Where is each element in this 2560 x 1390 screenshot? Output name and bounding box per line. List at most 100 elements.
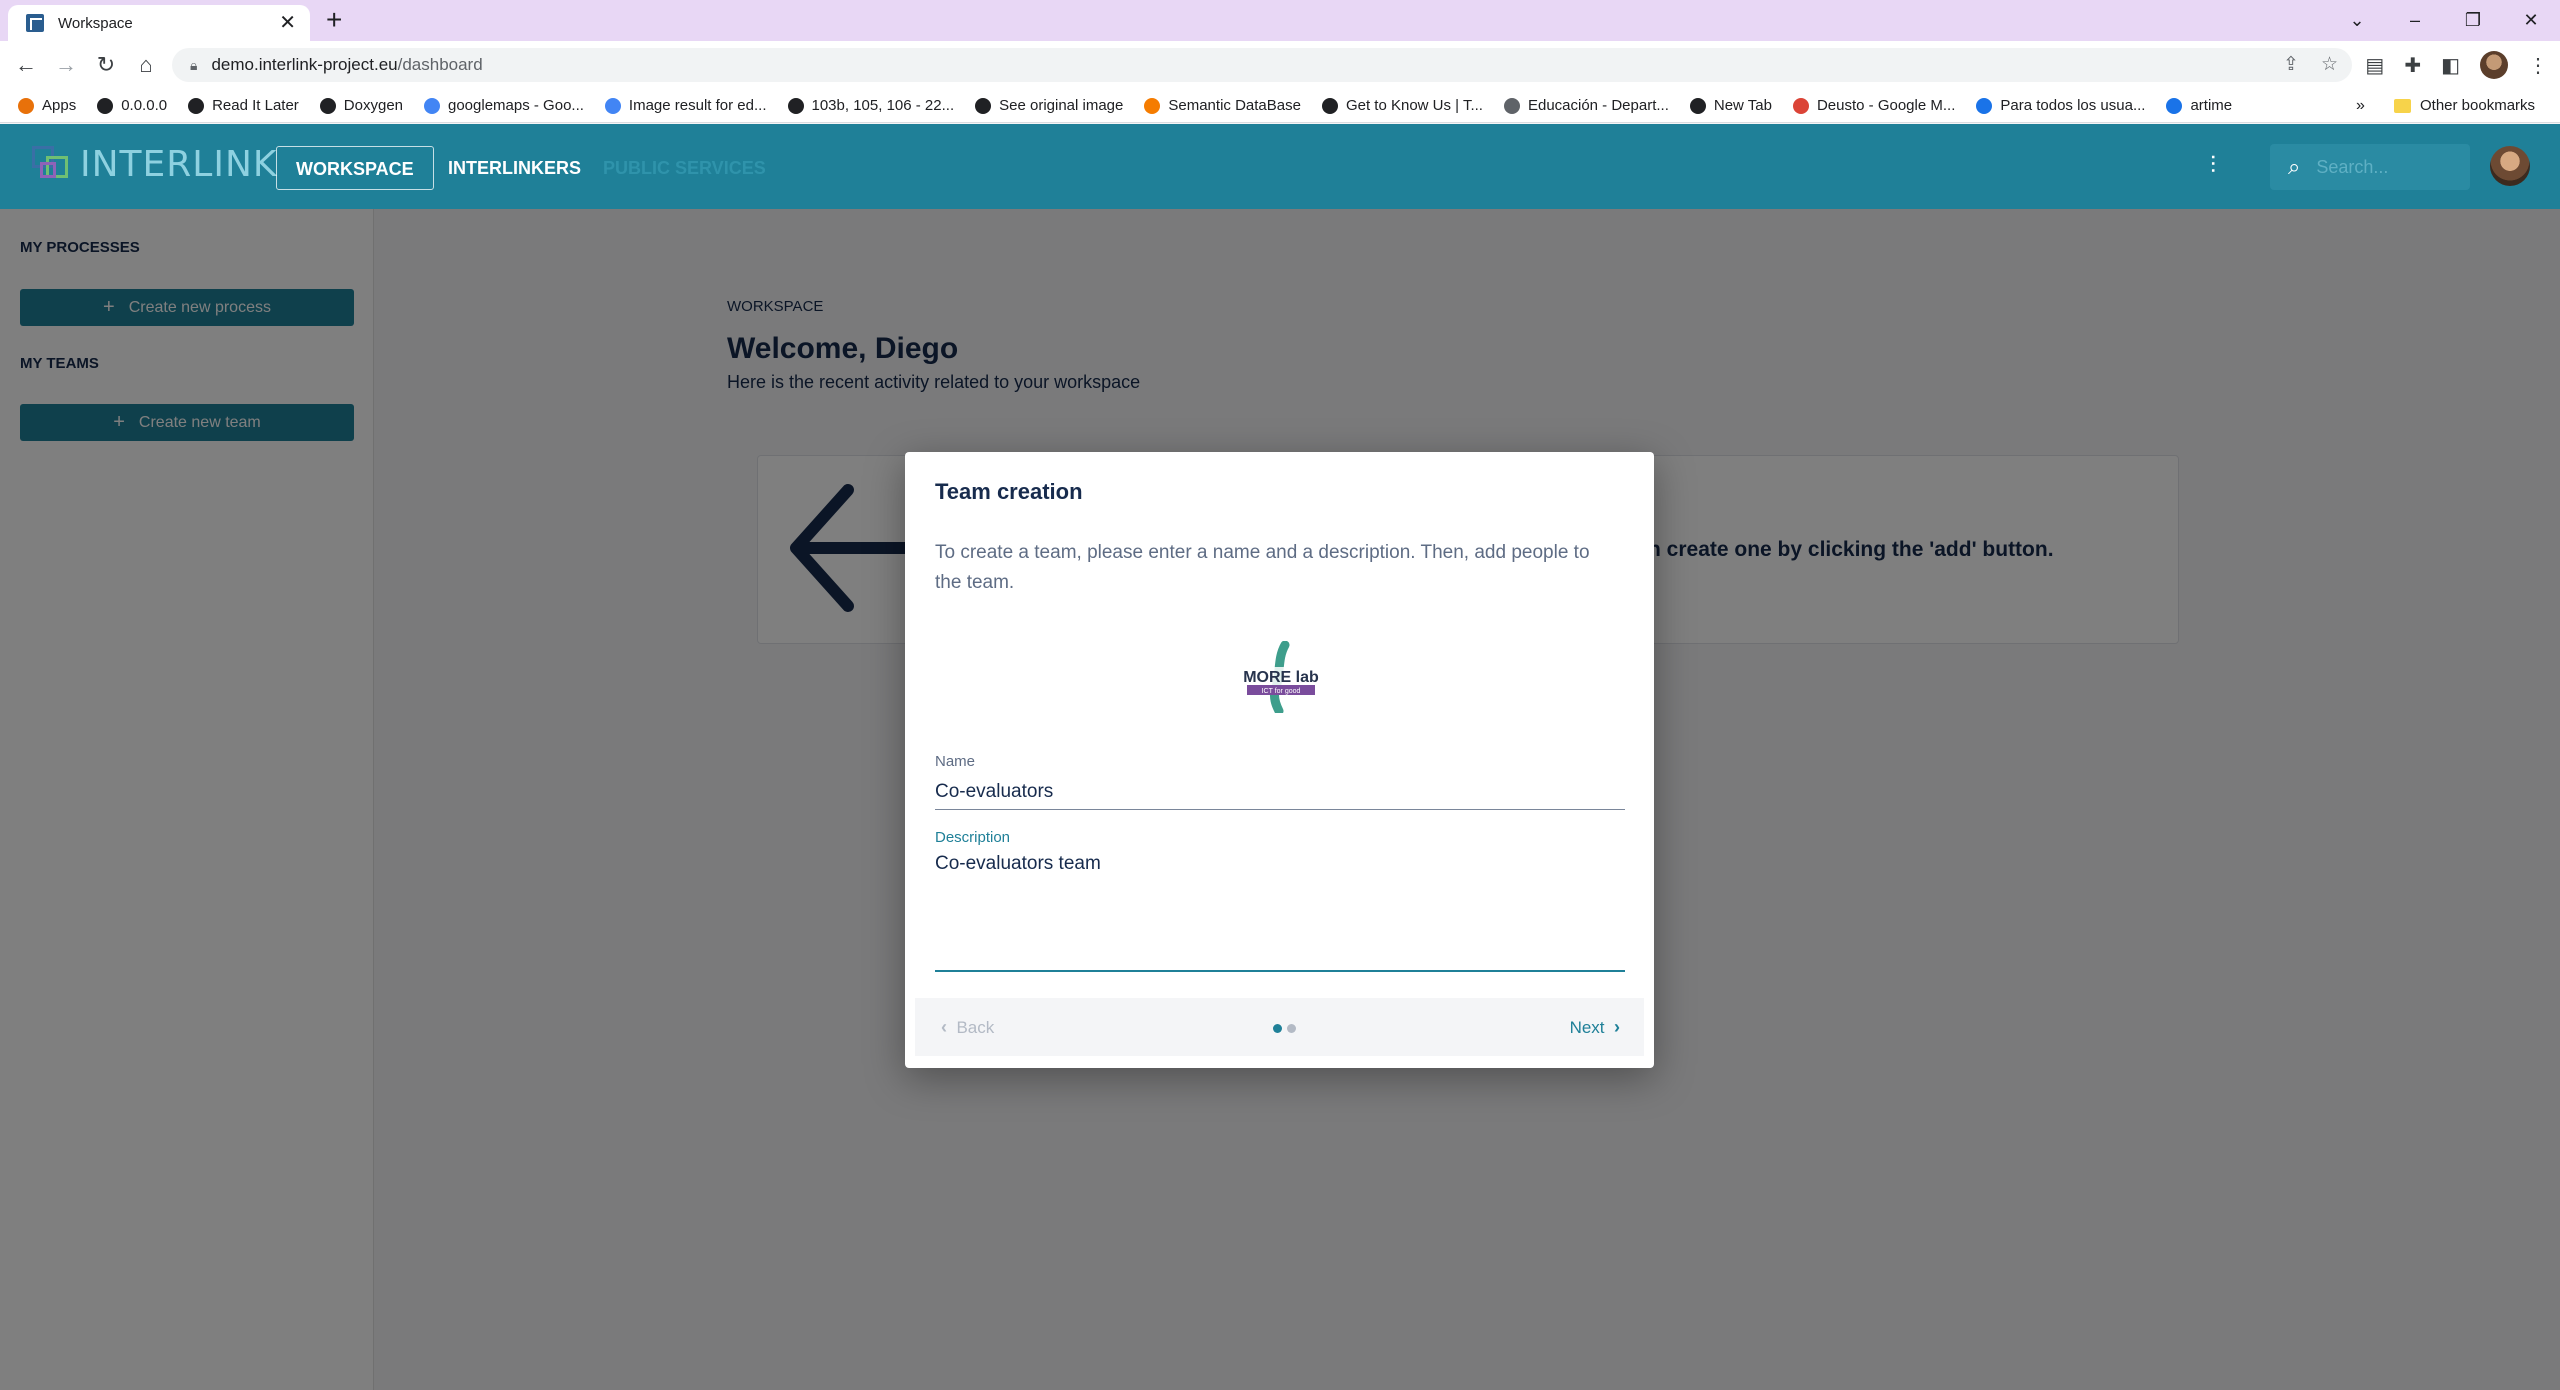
bookmark-item[interactable]: Doxygen	[319, 97, 403, 114]
side-panel-icon[interactable]: ◧	[2441, 53, 2460, 78]
bookmark-item[interactable]: See original image	[975, 97, 1123, 114]
name-underline	[935, 809, 1625, 810]
step-indicator	[1273, 1024, 1296, 1033]
bookmark-favicon-icon	[97, 97, 114, 114]
header-search[interactable]: ⌕ Search...	[2270, 144, 2470, 190]
bookmark-label: Get to Know Us | T...	[1345, 97, 1483, 114]
browser-tabstrip: Workspace ✕ + ⌄ – ❐ ✕	[0, 0, 2560, 41]
bookmark-favicon-icon	[1976, 97, 1993, 114]
bookmark-item[interactable]: Semantic DataBase	[1144, 97, 1301, 114]
folder-icon	[2394, 98, 2411, 113]
user-avatar[interactable]	[2490, 146, 2530, 186]
tab-search-icon[interactable]: ⌄	[2328, 10, 2386, 31]
interlink-favicon-icon	[26, 14, 44, 32]
step-dot-active	[1273, 1024, 1282, 1033]
interlink-logo[interactable]: INTERLINK	[32, 142, 278, 186]
restore-button[interactable]: ❐	[2444, 10, 2502, 31]
bookmark-favicon-icon	[604, 97, 621, 114]
bookmark-item[interactable]: Read It Later	[188, 97, 299, 114]
bookmarks-overflow-button[interactable]: »	[2356, 97, 2365, 115]
home-icon[interactable]: ⌂	[132, 51, 160, 79]
app-header: INTERLINK WORKSPACE INTERLINKERS PUBLIC …	[0, 124, 2560, 209]
close-tab-icon[interactable]: ✕	[279, 13, 296, 33]
other-bookmarks[interactable]: Other bookmarks	[2394, 97, 2535, 114]
bookmark-item[interactable]: Para todos los usua...	[1976, 97, 2145, 114]
chevron-left-icon: ‹	[941, 1017, 947, 1037]
bookmark-item[interactable]: Image result for ed...	[604, 97, 767, 114]
url-host: demo.interlink-project.eu	[211, 55, 398, 74]
bookmark-star-icon[interactable]: ☆	[2321, 53, 2338, 76]
nav-interlinkers[interactable]: INTERLINKERS	[429, 146, 600, 190]
bookmark-item[interactable]: Educación - Depart...	[1503, 97, 1669, 114]
bookmark-item[interactable]: Apps	[18, 97, 76, 114]
bookmark-item[interactable]: artime	[2166, 97, 2232, 114]
reading-list-icon[interactable]: ▤	[2365, 53, 2384, 78]
browser-toolbar: ← → ↻ ⌂ 🔒︎ demo.interlink-project.eu /da…	[0, 41, 2560, 89]
step-dot	[1287, 1024, 1296, 1033]
name-input[interactable]	[935, 779, 1625, 805]
bookmark-label: See original image	[999, 97, 1124, 114]
bookmark-label: New Tab	[1713, 97, 1772, 114]
bookmarks-bar: Apps 0.0.0.0 Read It Later Doxygen googlemap…	[0, 89, 2560, 123]
bookmark-item[interactable]: New Tab	[1689, 97, 1772, 114]
bookmark-item[interactable]: Deusto - Google M...	[1792, 97, 1955, 114]
back-label: Back	[956, 1017, 995, 1037]
back-button[interactable]: ‹ Back	[941, 1017, 994, 1038]
description-underline	[935, 970, 1625, 972]
url-path: /dashboard	[397, 55, 483, 74]
window-controls: ⌄ – ❐ ✕	[2328, 0, 2560, 41]
bookmark-item[interactable]: 103b, 105, 106 - 22...	[787, 97, 955, 114]
back-arrow-icon[interactable]: ←	[12, 51, 40, 79]
search-placeholder: Search...	[2316, 156, 2389, 177]
bookmark-item[interactable]: googlemaps - Goo...	[424, 97, 584, 114]
bookmark-label: 103b, 105, 106 - 22...	[811, 97, 955, 114]
stepper-footer: ‹ Back Next ›	[915, 998, 1644, 1056]
bookmark-label: Doxygen	[343, 97, 403, 114]
other-bookmarks-label: Other bookmarks	[2420, 97, 2536, 114]
close-window-button[interactable]: ✕	[2502, 10, 2560, 31]
browser-profile-avatar[interactable]	[2480, 51, 2508, 79]
apps-grid-icon	[18, 97, 34, 114]
filter-sliders-icon[interactable]: ⫶	[2210, 152, 2216, 180]
browser-tab[interactable]: Workspace ✕	[8, 5, 310, 41]
bookmark-favicon-icon	[1689, 97, 1706, 114]
bookmark-label: Read It Later	[212, 97, 299, 114]
bookmark-label: Image result for ed...	[628, 97, 767, 114]
name-label: Name	[935, 753, 976, 770]
bookmark-item[interactable]: 0.0.0.0	[97, 97, 167, 114]
bookmark-item[interactable]: Get to Know Us | T...	[1321, 97, 1483, 114]
tab-title: Workspace	[58, 14, 133, 32]
bookmark-favicon-icon	[188, 97, 205, 114]
minimize-button[interactable]: –	[2386, 10, 2444, 31]
bookmark-favicon-icon	[2166, 97, 2183, 114]
bookmark-label: Para todos los usua...	[2000, 97, 2146, 114]
bookmark-label: Educación - Depart...	[1527, 97, 1669, 114]
nav-public-services[interactable]: PUBLIC SERVICES	[584, 146, 785, 190]
browser-menu-icon[interactable]: ⋮	[2528, 53, 2548, 78]
team-creation-dialog: Team creation To create a team, please e…	[905, 452, 1654, 1068]
next-button[interactable]: Next ›	[1570, 1017, 1620, 1038]
bookmark-favicon-icon	[975, 97, 992, 114]
bookmark-favicon-icon	[319, 97, 336, 114]
toolbar-right: ▤ ✚ ◧ ⋮	[2365, 51, 2548, 79]
description-label: Description	[935, 829, 1011, 846]
lock-icon[interactable]: 🔒︎	[190, 57, 197, 74]
forward-arrow-icon[interactable]: →	[52, 51, 80, 79]
bookmark-favicon-icon	[787, 97, 804, 114]
description-textarea[interactable]: Co-evaluators team	[935, 853, 1625, 953]
nav-workspace[interactable]: WORKSPACE	[276, 146, 434, 190]
reload-icon[interactable]: ↻	[92, 51, 120, 79]
bookmark-favicon-icon	[1503, 97, 1520, 114]
bookmark-label: googlemaps - Goo...	[448, 97, 584, 114]
team-logo-image[interactable]: MORE lab ICT for good	[1241, 641, 1321, 713]
chevron-right-icon: ›	[1614, 1017, 1620, 1037]
bookmark-label: Apps	[42, 97, 77, 114]
bookmark-label: artime	[2190, 97, 2233, 114]
bookmark-favicon-icon	[1321, 97, 1338, 114]
new-tab-button[interactable]: +	[326, 5, 342, 35]
dialog-description: To create a team, please enter a name an…	[935, 542, 1590, 593]
extensions-puzzle-icon[interactable]: ✚	[2404, 53, 2421, 78]
bookmark-label: Semantic DataBase	[1168, 97, 1301, 114]
address-bar[interactable]: 🔒︎ demo.interlink-project.eu /dashboard …	[172, 48, 2352, 82]
share-icon[interactable]: ⇪	[2283, 53, 2299, 76]
